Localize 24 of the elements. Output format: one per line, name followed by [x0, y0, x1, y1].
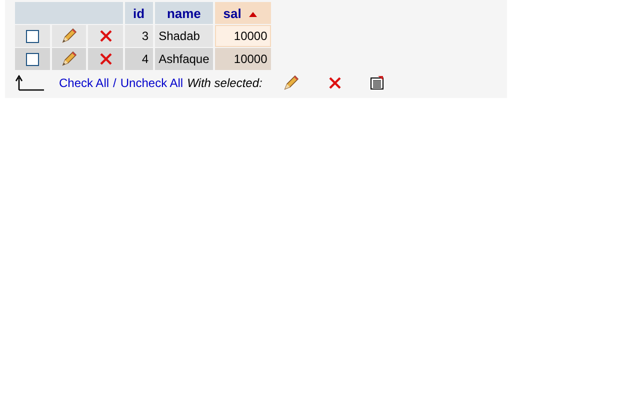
table-cell: 4: [125, 48, 153, 70]
table-cell: Shadab: [154, 25, 214, 47]
sort-ascending-icon: [249, 12, 258, 17]
table-cell: 10000: [215, 25, 272, 47]
table-cell: 3: [125, 25, 153, 47]
delete-icon[interactable]: [328, 76, 342, 90]
pencil-icon[interactable]: [282, 75, 300, 91]
delete-icon[interactable]: [98, 29, 113, 44]
column-header[interactable]: sal: [215, 2, 272, 24]
delete-icon[interactable]: [98, 52, 113, 66]
with-selected-label: With selected:: [187, 76, 262, 90]
separator-text: /: [113, 76, 116, 90]
row-checkbox[interactable]: [26, 53, 39, 66]
check-all-link[interactable]: Check All: [59, 76, 110, 90]
column-header[interactable]: id: [125, 2, 153, 24]
export-icon[interactable]: [370, 76, 384, 90]
pencil-icon[interactable]: [60, 28, 78, 44]
pencil-icon[interactable]: [60, 51, 78, 67]
column-header[interactable]: name: [154, 2, 214, 24]
row-checkbox[interactable]: [26, 30, 39, 44]
table-cell: Ashfaque: [154, 48, 214, 70]
arrow-up-icon: [15, 75, 45, 91]
uncheck-all-link[interactable]: Uncheck All: [120, 76, 184, 90]
table-cell: 10000: [215, 48, 272, 70]
